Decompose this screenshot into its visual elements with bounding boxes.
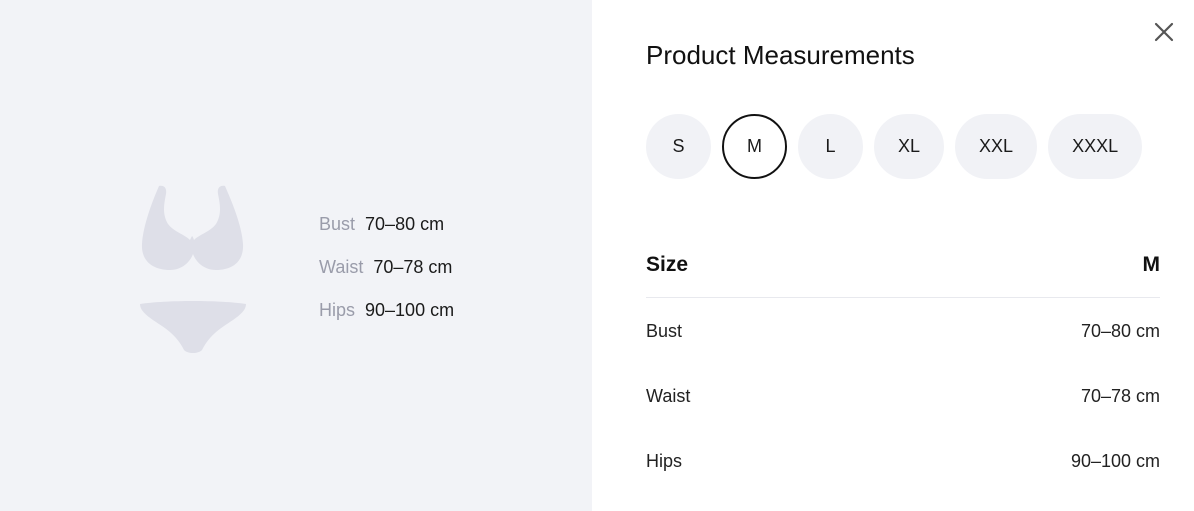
- table-header: Size M: [646, 232, 1160, 298]
- size-option-xxl[interactable]: XXL: [955, 114, 1038, 179]
- row-value: 70–78 cm: [1080, 386, 1160, 406]
- row-label: Waist: [646, 386, 691, 406]
- summary-label: Bust: [319, 214, 356, 234]
- row-value: 90–100 cm: [1070, 451, 1160, 471]
- close-icon: [1154, 22, 1174, 42]
- summary-row-waist: Waist 70–78 cm: [319, 257, 454, 300]
- size-option-l[interactable]: L: [798, 114, 863, 179]
- measurement-table: Size M Bust 70–80 cm Waist 70–78 cm Hips…: [646, 232, 1160, 494]
- size-option-xxxl[interactable]: XXXL: [1048, 114, 1143, 179]
- dialog-title: Product Measurements: [646, 40, 915, 70]
- size-option-s[interactable]: S: [646, 114, 711, 179]
- summary-label: Hips: [319, 300, 356, 320]
- summary-value: 70–80 cm: [365, 214, 445, 234]
- measurement-visual-panel: Bust 70–80 cm Waist 70–78 cm Hips 90–100…: [0, 0, 592, 511]
- table-row: Waist 70–78 cm: [646, 364, 1160, 429]
- bikini-silhouette-icon: [140, 185, 246, 353]
- size-option-m[interactable]: M: [722, 114, 787, 179]
- summary-value: 90–100 cm: [365, 300, 455, 320]
- size-selector: S M L XL XXL XXXL: [646, 114, 1143, 179]
- size-guide-dialog: Bust 70–80 cm Waist 70–78 cm Hips 90–100…: [0, 0, 1194, 511]
- table-header-label: Size: [646, 252, 689, 276]
- size-option-xl[interactable]: XL: [874, 114, 945, 179]
- row-label: Hips: [646, 451, 683, 471]
- table-row: Hips 90–100 cm: [646, 429, 1160, 494]
- table-row: Bust 70–80 cm: [646, 299, 1160, 364]
- summary-row-hips: Hips 90–100 cm: [319, 300, 454, 343]
- summary-row-bust: Bust 70–80 cm: [319, 214, 454, 257]
- row-label: Bust: [646, 321, 683, 341]
- row-value: 70–80 cm: [1080, 321, 1160, 341]
- summary-label: Waist: [319, 257, 364, 277]
- summary-value: 70–78 cm: [373, 257, 453, 277]
- measurement-details-panel: Product Measurements S M L XL XXL XXXL S…: [592, 0, 1194, 511]
- measurement-summary: Bust 70–80 cm Waist 70–78 cm Hips 90–100…: [319, 214, 454, 343]
- table-header-size: M: [1142, 252, 1161, 276]
- close-button[interactable]: [1152, 20, 1176, 44]
